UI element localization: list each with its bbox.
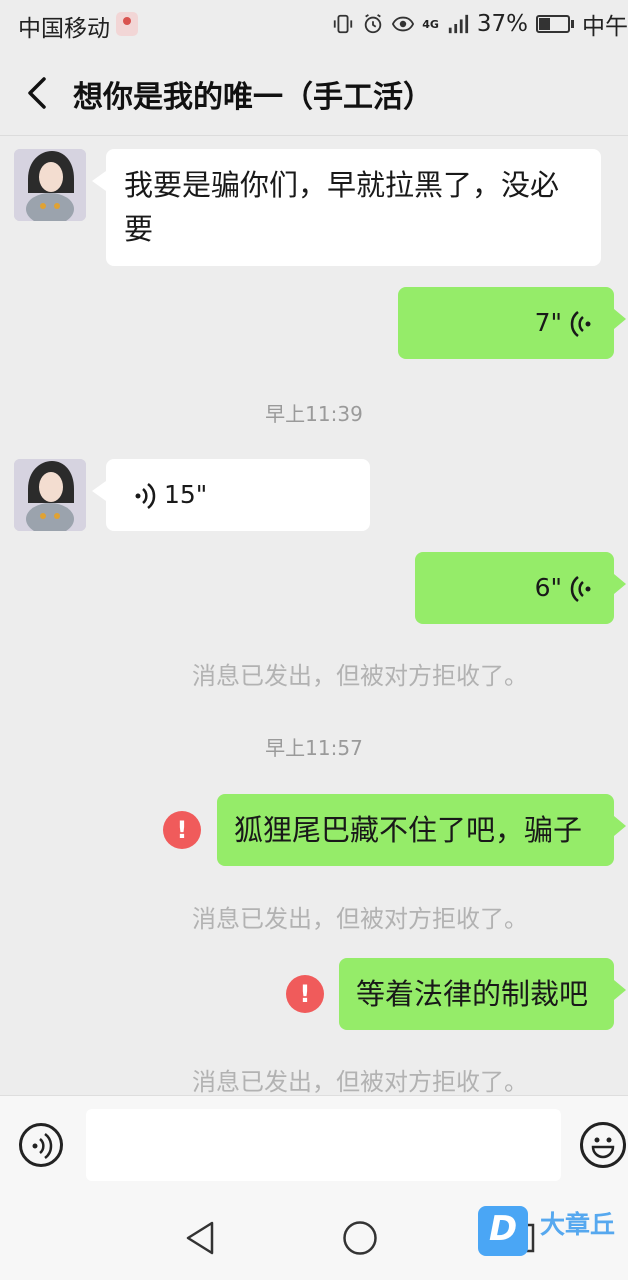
message-text: 我要是骗你们，早就拉黑了，没必要 bbox=[124, 168, 560, 246]
message-input[interactable] bbox=[86, 1109, 561, 1181]
voice-wave-icon bbox=[135, 483, 156, 509]
system-nav-bar bbox=[0, 1195, 628, 1280]
outgoing-text-bubble[interactable]: 等着法律的制裁吧 bbox=[339, 958, 626, 1030]
smiley-icon bbox=[591, 1137, 615, 1159]
clock-partial: 中午 bbox=[582, 14, 628, 40]
network-type: 4G bbox=[422, 17, 439, 31]
status-icons: 4G 37% 中午 bbox=[332, 9, 628, 40]
incoming-text-bubble[interactable]: 我要是骗你们，早就拉黑了，没必要 bbox=[92, 149, 601, 266]
nav-back-icon[interactable] bbox=[184, 1220, 216, 1256]
message-text: 等着法律的制裁吧 bbox=[356, 977, 589, 1011]
nav-home-icon[interactable] bbox=[342, 1220, 378, 1256]
watermark-logo: D bbox=[478, 1206, 528, 1256]
battery-icon bbox=[536, 15, 570, 33]
watermark-text: 大章丘 bbox=[540, 1210, 616, 1239]
voice-input-button[interactable] bbox=[19, 1123, 63, 1167]
voice-wave-icon bbox=[32, 1133, 53, 1159]
back-arrow-icon[interactable] bbox=[24, 76, 54, 110]
voice-wave-icon bbox=[570, 311, 591, 337]
outgoing-voice-bubble[interactable]: 7" bbox=[398, 287, 626, 359]
signal-icon bbox=[448, 14, 468, 34]
send-failed-icon[interactable]: ! bbox=[163, 811, 201, 849]
eye-icon bbox=[392, 16, 415, 32]
timestamp: 早上11:57 bbox=[265, 736, 363, 760]
incoming-voice-bubble[interactable]: 15" bbox=[92, 459, 370, 531]
emoji-button[interactable] bbox=[580, 1122, 626, 1168]
system-message: 消息已发出，但被对方拒收了。 bbox=[192, 1068, 528, 1096]
battery-percent: 37% bbox=[476, 11, 528, 37]
contact-avatar[interactable] bbox=[14, 149, 86, 221]
chat-header: 想你是我的唯一（手工活） bbox=[0, 50, 628, 136]
system-message: 消息已发出，但被对方拒收了。 bbox=[192, 905, 528, 933]
timestamp: 早上11:39 bbox=[265, 402, 363, 426]
contact-avatar[interactable] bbox=[14, 459, 86, 531]
voice-duration: 15" bbox=[164, 480, 208, 509]
status-bar: 中国移动 4G 37% 中午 bbox=[0, 0, 628, 50]
outgoing-voice-bubble[interactable]: 6" bbox=[415, 552, 626, 624]
carrier-name: 中国移动 bbox=[18, 16, 110, 42]
voice-duration: 6" bbox=[534, 573, 562, 602]
voice-wave-icon bbox=[570, 576, 591, 602]
system-message: 消息已发出，但被对方拒收了。 bbox=[192, 662, 528, 690]
alarm-icon bbox=[364, 14, 382, 34]
outgoing-text-bubble[interactable]: 狐狸尾巴藏不住了吧，骗子 bbox=[217, 794, 626, 866]
carrier-app-icon bbox=[116, 12, 138, 36]
battery-tip bbox=[571, 20, 574, 28]
avatar-image bbox=[14, 149, 86, 221]
chat-title: 想你是我的唯一（手工活） bbox=[73, 80, 433, 115]
vibrate-icon bbox=[334, 14, 353, 34]
send-failed-icon[interactable]: ! bbox=[286, 975, 324, 1013]
message-text: 狐狸尾巴藏不住了吧，骗子 bbox=[234, 813, 583, 847]
voice-duration: 7" bbox=[534, 308, 562, 337]
avatar-image bbox=[14, 459, 86, 531]
input-bar bbox=[0, 1095, 628, 1196]
